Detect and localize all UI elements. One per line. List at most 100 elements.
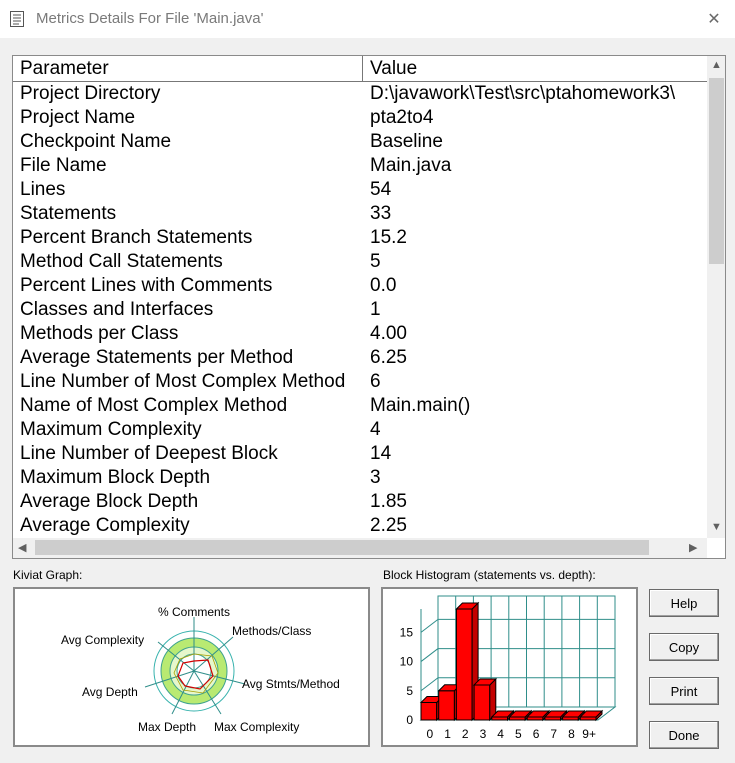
column-header-value[interactable]: Value — [363, 56, 707, 81]
value-cell: 2.25 — [370, 515, 407, 536]
x-tick-label: 3 — [480, 727, 487, 741]
app-icon — [10, 11, 24, 27]
x-tick-label: 5 — [515, 727, 522, 741]
table-row[interactable]: Average Block Depth 1.85 — [13, 490, 707, 514]
table-row[interactable]: File Name Main.java — [13, 154, 707, 178]
parameter-cell: Name of Most Complex Method — [20, 395, 288, 416]
value-cell: 5 — [370, 251, 381, 272]
vertical-scrollbar[interactable]: ▲ ▼ — [707, 56, 725, 538]
kiviat-axis-label: Max Depth — [138, 720, 196, 734]
x-tick-label: 6 — [533, 727, 540, 741]
kiviat-label: Kiviat Graph: — [13, 568, 83, 582]
table-row[interactable]: Methods per Class 4.00 — [13, 322, 707, 346]
x-tick-label: 4 — [497, 727, 504, 741]
table-body: Project Directory D:\javawork\Test\src\pt… — [13, 82, 707, 537]
kiviat-graph: % Comments Methods/Class Avg Stmts/Metho… — [61, 605, 340, 734]
x-tick-label: 8 — [568, 727, 575, 741]
value-cell: Main.java — [370, 155, 452, 176]
table-row[interactable]: Statements 33 — [13, 202, 707, 226]
table-row[interactable]: Name of Most Complex Method Main.main() — [13, 394, 707, 418]
kiviat-axis-label: Avg Complexity — [61, 633, 144, 647]
histogram-gridline — [420, 677, 439, 692]
parameter-cell: Method Call Statements — [20, 251, 223, 272]
parameter-cell: Checkpoint Name — [20, 131, 172, 152]
table-row[interactable]: Line Number of Most Complex Method 6 — [13, 370, 707, 394]
y-tick-label: 10 — [400, 655, 414, 669]
x-tick-label: 2 — [462, 727, 469, 741]
horizontal-scrollbar[interactable]: ◀ ▶ — [13, 538, 707, 558]
parameter-cell: Statements — [20, 203, 117, 224]
table-row[interactable]: Line Number of Deepest Block 14 — [13, 442, 707, 466]
x-tick-label: 9+ — [582, 727, 596, 741]
table-row[interactable]: Maximum Block Depth 3 — [13, 466, 707, 490]
value-cell: pta2to4 — [370, 107, 434, 128]
value-cell: 6.25 — [370, 347, 407, 368]
table-row[interactable]: Checkpoint Name Baseline — [13, 130, 707, 154]
value-cell: Main.main() — [370, 395, 471, 416]
close-button[interactable]: ✕ — [700, 7, 728, 31]
metrics-table[interactable]: Parameter Value Project Directory D:\java… — [12, 55, 726, 559]
parameter-cell: Line Number of Most Complex Method — [20, 371, 346, 392]
horizontal-scroll-thumb[interactable] — [35, 540, 649, 555]
parameter-cell: Average Statements per Method — [20, 347, 294, 368]
scroll-up-icon[interactable]: ▲ — [711, 59, 722, 71]
kiviat-axis-label: Avg Depth — [82, 685, 138, 699]
y-tick-label: 0 — [406, 713, 413, 727]
kiviat-axis-label: % Comments — [158, 605, 230, 619]
done-button[interactable]: Done — [649, 721, 719, 749]
close-icon: ✕ — [707, 11, 721, 28]
value-cell: 33 — [370, 203, 392, 224]
kiviat-panel: % Comments Methods/Class Avg Stmts/Metho… — [13, 587, 370, 747]
table-header: Parameter Value — [13, 56, 707, 82]
value-cell: D:\javawork\Test\src\ptahomework3\ — [370, 83, 676, 104]
value-cell: 14 — [370, 443, 392, 464]
value-cell: 15.2 — [370, 227, 407, 248]
parameter-cell: Methods per Class — [20, 323, 179, 344]
parameter-cell: Maximum Block Depth — [20, 467, 211, 488]
y-tick-label: 5 — [406, 684, 413, 698]
table-row[interactable]: Method Call Statements 5 — [13, 250, 707, 274]
kiviat-axis-label: Avg Stmts/Method — [242, 677, 340, 691]
scroll-right-icon[interactable]: ▶ — [689, 541, 697, 554]
x-tick-label: 0 — [427, 727, 434, 741]
scroll-down-icon[interactable]: ▼ — [711, 521, 722, 533]
value-cell: 3 — [370, 467, 381, 488]
help-button[interactable]: Help — [649, 589, 719, 617]
parameter-cell: Project Name — [20, 107, 136, 128]
parameter-cell: Maximum Complexity — [20, 419, 202, 440]
value-cell: 1.85 — [370, 491, 407, 512]
value-cell: Baseline — [370, 131, 443, 152]
table-row[interactable]: Maximum Complexity 4 — [13, 418, 707, 442]
title-bar: Metrics Details For File 'Main.java' ✕ — [0, 0, 735, 38]
x-tick-label: 1 — [444, 727, 451, 741]
column-header-parameter[interactable]: Parameter — [13, 56, 363, 81]
value-cell: 4 — [370, 419, 381, 440]
parameter-cell: Project Directory — [20, 83, 161, 104]
histogram-panel: 0 5 10 15 0 1 2 3 4 5 6 7 8 9+ — [381, 587, 638, 747]
table-row[interactable]: Project Name pta2to4 — [13, 106, 707, 130]
parameter-cell: Classes and Interfaces — [20, 299, 214, 320]
vertical-scroll-thumb[interactable] — [709, 78, 724, 264]
table-row[interactable]: Percent Branch Statements 15.2 — [13, 226, 707, 250]
table-row[interactable]: Project Directory D:\javawork\Test\src\pt… — [13, 82, 707, 106]
table-row[interactable]: Average Statements per Method 6.25 — [13, 346, 707, 370]
parameter-cell: Percent Lines with Comments — [20, 275, 273, 296]
histogram-gridline — [420, 648, 439, 662]
parameter-cell: Average Block Depth — [20, 491, 199, 512]
value-cell: 6 — [370, 371, 381, 392]
table-row[interactable]: Classes and Interfaces 1 — [13, 298, 707, 322]
value-cell: 0.0 — [370, 275, 397, 296]
table-row[interactable]: Percent Lines with Comments 0.0 — [13, 274, 707, 298]
scroll-left-icon[interactable]: ◀ — [18, 541, 26, 554]
window-title: Metrics Details For File 'Main.java' — [36, 10, 264, 27]
histogram-label: Block Histogram (statements vs. depth): — [383, 568, 596, 582]
parameter-cell: File Name — [20, 155, 107, 176]
table-row[interactable]: Lines 54 — [13, 178, 707, 202]
kiviat-axis-label: Methods/Class — [232, 624, 311, 638]
x-tick-label: 7 — [550, 727, 557, 741]
table-row[interactable]: Average Complexity 2.25 — [13, 514, 707, 537]
copy-button[interactable]: Copy — [649, 633, 719, 661]
print-button[interactable]: Print — [649, 677, 719, 705]
histogram-gridline — [420, 618, 439, 633]
kiviat-axis-label: Max Complexity — [214, 720, 299, 734]
